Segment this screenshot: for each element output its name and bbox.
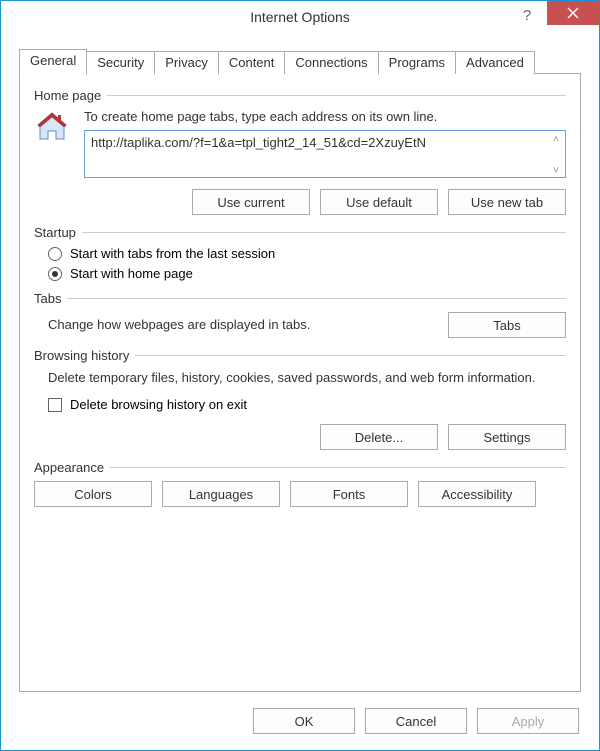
fonts-button[interactable]: Fonts	[290, 481, 408, 507]
tabs-label: Tabs	[34, 291, 61, 306]
use-default-button[interactable]: Use default	[320, 189, 438, 215]
home-icon	[34, 109, 70, 181]
titlebar: Internet Options ?	[1, 1, 599, 33]
use-new-tab-button[interactable]: Use new tab	[448, 189, 566, 215]
delete-button[interactable]: Delete...	[320, 424, 438, 450]
checkbox-label: Delete browsing history on exit	[70, 397, 247, 412]
homepage-label: Home page	[34, 88, 101, 103]
appearance-group: Appearance Colors Languages Fonts Access…	[34, 460, 566, 507]
checkbox-icon	[48, 398, 62, 412]
dialog-footer: OK Cancel Apply	[1, 692, 599, 750]
homepage-group: Home page To create home page tabs, type…	[34, 88, 566, 215]
cancel-button[interactable]: Cancel	[365, 708, 467, 734]
languages-button[interactable]: Languages	[162, 481, 280, 507]
internet-options-dialog: Internet Options ? General Security Priv…	[0, 0, 600, 751]
tab-security[interactable]: Security	[86, 51, 155, 74]
tab-strip: General Security Privacy Content Connect…	[19, 49, 581, 74]
tab-content[interactable]: Content	[218, 51, 286, 74]
radio-icon	[48, 267, 62, 281]
general-panel: Home page To create home page tabs, type…	[19, 74, 581, 692]
radio-label: Start with home page	[70, 266, 193, 281]
help-button[interactable]: ?	[503, 1, 551, 29]
ok-button[interactable]: OK	[253, 708, 355, 734]
homepage-input[interactable]	[84, 130, 566, 178]
content-area: General Security Privacy Content Connect…	[1, 33, 599, 692]
startup-radio-homepage[interactable]: Start with home page	[48, 266, 566, 281]
history-group: Browsing history Delete temporary files,…	[34, 348, 566, 450]
delete-on-exit-checkbox[interactable]: Delete browsing history on exit	[48, 397, 566, 412]
tab-privacy[interactable]: Privacy	[154, 51, 219, 74]
scroll-down-icon[interactable]: ˅	[548, 163, 564, 179]
settings-button[interactable]: Settings	[448, 424, 566, 450]
tabs-desc: Change how webpages are displayed in tab…	[48, 316, 436, 334]
scroll-up-icon[interactable]: ˄	[548, 132, 564, 148]
accessibility-button[interactable]: Accessibility	[418, 481, 536, 507]
startup-group: Startup Start with tabs from the last se…	[34, 225, 566, 281]
appearance-label: Appearance	[34, 460, 104, 475]
radio-icon	[48, 247, 62, 261]
tab-connections[interactable]: Connections	[284, 51, 378, 74]
tabs-group: Tabs Change how webpages are displayed i…	[34, 291, 566, 338]
close-button[interactable]	[547, 1, 599, 25]
tab-general[interactable]: General	[19, 49, 87, 75]
apply-button[interactable]: Apply	[477, 708, 579, 734]
colors-button[interactable]: Colors	[34, 481, 152, 507]
history-label: Browsing history	[34, 348, 129, 363]
radio-label: Start with tabs from the last session	[70, 246, 275, 261]
tab-advanced[interactable]: Advanced	[455, 51, 535, 74]
tabs-button[interactable]: Tabs	[448, 312, 566, 338]
tab-programs[interactable]: Programs	[378, 51, 456, 74]
startup-label: Startup	[34, 225, 76, 240]
history-desc: Delete temporary files, history, cookies…	[48, 369, 566, 387]
startup-radio-last-session[interactable]: Start with tabs from the last session	[48, 246, 566, 261]
use-current-button[interactable]: Use current	[192, 189, 310, 215]
homepage-desc: To create home page tabs, type each addr…	[84, 109, 566, 124]
